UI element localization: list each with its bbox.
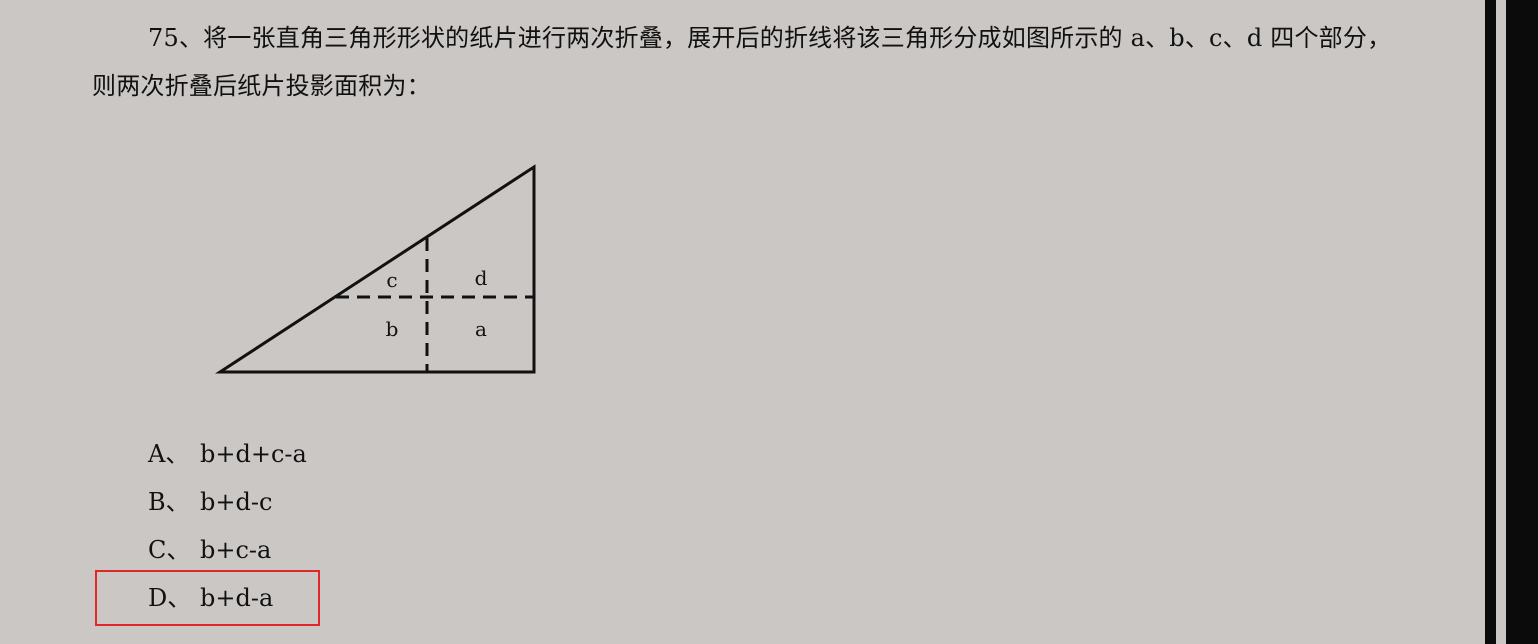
option-c[interactable]: C、 b+c-a [148,526,307,574]
option-b[interactable]: B、 b+d-c [148,478,307,526]
correct-answer-highlight [95,570,320,626]
question-body: 将一张直角三角形形状的纸片进行两次折叠，展开后的折线将该三角形分成如图所示的 a… [92,24,1392,100]
region-label-b: b [386,317,399,341]
right-edge-divider [1496,0,1506,644]
option-b-text: b+d-c [200,488,273,516]
question-text: 75、将一张直角三角形形状的纸片进行两次折叠，展开后的折线将该三角形分成如图所示… [92,14,1392,110]
region-label-a: a [475,317,487,341]
option-a-letter: A、 [148,440,190,468]
question-number: 75、 [148,24,204,52]
option-c-letter: C、 [148,536,191,564]
right-edge-bar [1485,0,1538,644]
triangle-figure: c d b a [214,164,536,374]
region-label-c: c [386,268,397,292]
option-a[interactable]: A、 b+d+c-a [148,430,307,478]
region-label-d: d [475,266,488,290]
option-c-text: b+c-a [200,536,272,564]
document-page: 75、将一张直角三角形形状的纸片进行两次折叠，展开后的折线将该三角形分成如图所示… [0,0,1485,644]
option-a-text: b+d+c-a [200,440,307,468]
option-b-letter: B、 [148,488,190,516]
